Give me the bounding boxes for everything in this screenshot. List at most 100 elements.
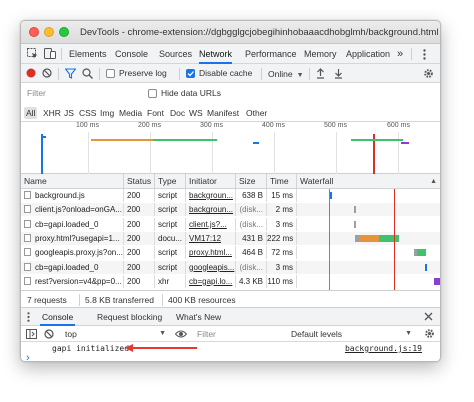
context-selector[interactable]: top ▼ bbox=[65, 327, 170, 341]
column-header-waterfall[interactable]: Waterfall ▲ bbox=[297, 174, 440, 189]
tab-network[interactable]: Network bbox=[199, 44, 233, 64]
cell-initiator[interactable]: proxy.html... bbox=[186, 246, 236, 260]
cell-initiator[interactable]: backgroun... bbox=[186, 203, 236, 217]
tab-memory[interactable]: Memory bbox=[304, 44, 337, 64]
type-filter-js[interactable]: JS bbox=[64, 108, 74, 118]
gear-icon[interactable] bbox=[423, 68, 434, 79]
hide-data-urls-label: Hide data URLs bbox=[161, 88, 222, 98]
close-drawer-icon[interactable] bbox=[424, 312, 433, 321]
size-text: 638 B bbox=[242, 191, 263, 200]
type-filter-font[interactable]: Font bbox=[147, 108, 164, 118]
import-har-icon[interactable] bbox=[316, 68, 325, 79]
tab-console[interactable]: Console bbox=[115, 44, 148, 64]
column-header-size[interactable]: Size bbox=[236, 174, 267, 189]
initiator-text: backgroun... bbox=[189, 191, 234, 200]
filter-funnel-icon[interactable] bbox=[65, 68, 76, 79]
drawer-tab-console[interactable]: Console bbox=[40, 308, 76, 326]
type-filter-ws[interactable]: WS bbox=[189, 108, 203, 118]
toolbar-divider bbox=[99, 68, 100, 80]
zoom-window-button[interactable] bbox=[59, 27, 69, 37]
cell-name[interactable]: background.js bbox=[21, 189, 124, 202]
cell-initiator[interactable]: backgroun... bbox=[186, 189, 236, 202]
preserve-log-checkbox[interactable] bbox=[106, 69, 115, 78]
cell-name[interactable]: rest?version=v4&pp=0... bbox=[21, 274, 124, 288]
column-header-type[interactable]: Type bbox=[155, 174, 186, 189]
timeline-overview[interactable]: 100 ms 200 ms 300 ms 400 ms 500 ms 600 m… bbox=[21, 122, 440, 174]
cell-name[interactable]: cb=gapi.loaded_0 bbox=[21, 217, 124, 231]
clear-icon[interactable] bbox=[42, 68, 52, 78]
table-row[interactable]: rest?version=v4&pp=0... 200 xhr cb=gapi.lo.… bbox=[21, 274, 440, 288]
grid-line bbox=[88, 132, 89, 174]
type-filter-css[interactable]: CSS bbox=[79, 108, 96, 118]
kebab-menu-icon[interactable] bbox=[423, 49, 426, 60]
cell-initiator[interactable]: VM17:12 bbox=[186, 231, 236, 245]
time-text: 3 ms bbox=[275, 262, 293, 272]
column-header-time[interactable]: Time bbox=[267, 174, 297, 189]
type-filter-other[interactable]: Other bbox=[246, 108, 267, 118]
type-filter-all[interactable]: All bbox=[24, 107, 38, 119]
name-text: googleapis.proxy.js?on... bbox=[35, 248, 123, 258]
type-filter-manifest[interactable]: Manifest bbox=[207, 108, 239, 118]
console-settings-gear-icon[interactable] bbox=[424, 328, 435, 339]
overview-bar bbox=[253, 142, 259, 144]
drawer-menu-icon[interactable] bbox=[27, 312, 30, 322]
search-icon[interactable] bbox=[82, 68, 93, 79]
record-icon[interactable] bbox=[26, 68, 36, 78]
waterfall-bar bbox=[379, 234, 399, 242]
type-filter-img[interactable]: Img bbox=[100, 108, 114, 118]
sidebar-toggle-icon[interactable] bbox=[26, 329, 37, 339]
cell-name[interactable]: proxy.html?usegapi=1... bbox=[21, 231, 124, 245]
toolbar-divider bbox=[179, 68, 180, 80]
cell-initiator[interactable]: cb=gapi.lo... bbox=[186, 274, 236, 288]
drawer-tab-request-blocking[interactable]: Request blocking bbox=[97, 312, 162, 322]
cell-size: (disk... bbox=[236, 217, 267, 231]
close-window-button[interactable] bbox=[29, 27, 39, 37]
export-har-icon[interactable] bbox=[334, 68, 343, 79]
console-prompt-icon[interactable]: › bbox=[26, 352, 30, 361]
cell-name[interactable]: client.js?onload=onGA... bbox=[21, 203, 124, 217]
filter-bar: Filter Hide data URLs All XHR JS CSS Img… bbox=[21, 83, 440, 122]
cell-name[interactable]: cb=gapi.loaded_0 bbox=[21, 260, 124, 274]
table-row[interactable]: cb=gapi.loaded_0 200 script client.js?... (d… bbox=[21, 217, 440, 231]
disable-cache-checkbox[interactable] bbox=[186, 69, 195, 78]
overview-tick: 100 ms bbox=[76, 122, 99, 129]
device-toolbar-icon[interactable] bbox=[44, 48, 56, 59]
table-row[interactable]: cb=gapi.loaded_0 200 script googleapis... (d… bbox=[21, 260, 440, 274]
tab-performance[interactable]: Performance bbox=[245, 44, 297, 64]
cell-time: 3 ms bbox=[267, 260, 297, 274]
console-filter-input[interactable]: Filter bbox=[197, 329, 216, 339]
overview-bar bbox=[41, 136, 46, 138]
log-levels-select[interactable]: Default levels ▼ bbox=[291, 327, 416, 341]
cell-name[interactable]: googleapis.proxy.js?on... bbox=[21, 246, 124, 260]
overview-tick: 600 ms bbox=[387, 122, 410, 129]
clear-console-icon[interactable] bbox=[44, 329, 54, 339]
overview-bar bbox=[351, 139, 403, 141]
waterfall-dcl-line bbox=[329, 189, 330, 290]
cell-initiator[interactable]: client.js?... bbox=[186, 217, 236, 231]
cell-time: 15 ms bbox=[267, 189, 297, 202]
drawer-tab-whats-new[interactable]: What's New bbox=[176, 312, 221, 322]
table-row[interactable]: googleapis.proxy.js?on... 200 script proxy.… bbox=[21, 246, 440, 260]
type-filter-doc[interactable]: Doc bbox=[170, 108, 185, 118]
type-filter-media[interactable]: Media bbox=[119, 108, 142, 118]
hide-data-urls-checkbox[interactable] bbox=[148, 89, 157, 98]
cell-initiator[interactable]: googleapis... bbox=[186, 260, 236, 274]
eye-icon[interactable] bbox=[175, 329, 187, 339]
initiator-text: VM17:12 bbox=[189, 233, 222, 243]
column-header-name[interactable]: Name bbox=[21, 174, 124, 189]
tab-sources[interactable]: Sources bbox=[159, 44, 192, 64]
column-header-status[interactable]: Status bbox=[124, 174, 155, 189]
more-tabs-button[interactable]: » bbox=[397, 44, 403, 64]
table-row[interactable]: proxy.html?usegapi=1... 200 docu... VM17:12… bbox=[21, 231, 440, 245]
console-source-link[interactable]: background.js:19 bbox=[345, 344, 422, 353]
inspect-element-icon[interactable] bbox=[27, 48, 38, 59]
column-header-initiator[interactable]: Initiator bbox=[186, 174, 236, 189]
table-row[interactable]: background.js 200 script backgroun... 638 B 1… bbox=[21, 189, 440, 202]
tab-application[interactable]: Application bbox=[346, 44, 390, 64]
type-filter-xhr[interactable]: XHR bbox=[43, 108, 61, 118]
table-row[interactable]: client.js?onload=onGA... 200 script backgro… bbox=[21, 203, 440, 217]
throttling-select[interactable]: Online ▼ bbox=[268, 67, 304, 81]
filter-input[interactable]: Filter bbox=[27, 88, 46, 98]
minimize-window-button[interactable] bbox=[44, 27, 54, 37]
tab-elements[interactable]: Elements bbox=[69, 44, 107, 64]
